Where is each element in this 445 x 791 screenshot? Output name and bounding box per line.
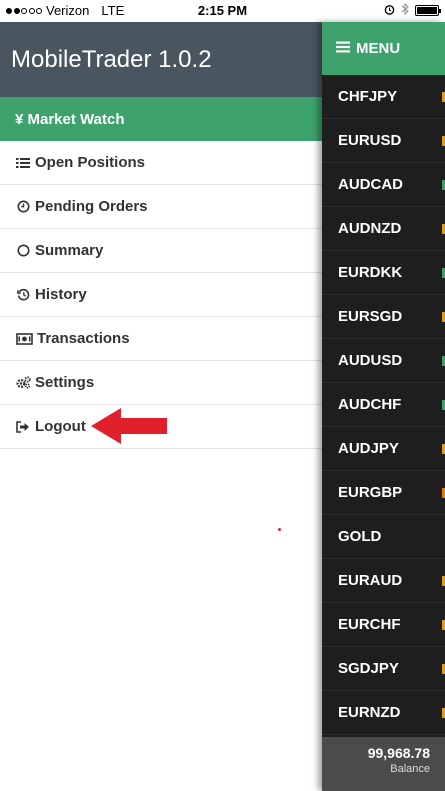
- red-arrow-icon: [91, 408, 167, 444]
- bluetooth-icon: [401, 2, 409, 18]
- menu-item-settings[interactable]: Settings: [0, 361, 322, 405]
- symbol-name: AUDCHF: [338, 396, 402, 413]
- menu-item-label: Transactions: [37, 330, 130, 347]
- balance-label: Balance: [390, 763, 430, 775]
- menu-item-summary[interactable]: Summary: [0, 229, 322, 273]
- symbol-row[interactable]: EURAUD: [322, 559, 445, 603]
- menu-item-transactions[interactable]: Transactions: [0, 317, 322, 361]
- menu-item-market-watch[interactable]: ¥ Market Watch: [0, 97, 322, 141]
- balance-amount: 99,968.78: [367, 745, 430, 761]
- circle-icon: [15, 244, 31, 257]
- menu-item-open-positions[interactable]: Open Positions: [0, 141, 322, 185]
- symbol-list: CHFJPY EURUSD AUDCAD AUDNZD EURDKK EURSGD AUDU…: [322, 75, 445, 735]
- symbol-row[interactable]: GOLD: [322, 515, 445, 559]
- money-icon: [15, 332, 33, 345]
- symbol-name: AUDCAD: [338, 176, 403, 193]
- symbol-name: EURAUD: [338, 572, 403, 589]
- symbol-name: EURCHF: [338, 616, 401, 633]
- symbol-name: AUDJPY: [338, 440, 399, 457]
- menu-toggle-button[interactable]: MENU: [322, 22, 445, 75]
- status-icons: [384, 2, 441, 18]
- symbol-row[interactable]: AUDUSD: [322, 339, 445, 383]
- symbol-name: CHFJPY: [338, 88, 398, 105]
- balance-box: 99,968.78 Balance: [322, 737, 445, 791]
- symbol-row[interactable]: CHFJPY: [322, 75, 445, 119]
- status-bar: Verizon LTE 2:15 PM: [0, 0, 445, 22]
- menu-item-label: Settings: [35, 374, 95, 391]
- symbol-name: AUDNZD: [338, 220, 402, 237]
- hamburger-icon: [336, 40, 350, 57]
- red-dot: [278, 528, 281, 531]
- symbol-name: EURGBP: [338, 484, 403, 501]
- symbol-row[interactable]: EURGBP: [322, 471, 445, 515]
- gears-icon: [15, 376, 31, 389]
- list-icon: [15, 157, 31, 169]
- symbol-name: AUDUSD: [338, 352, 403, 369]
- symbol-row[interactable]: AUDJPY: [322, 427, 445, 471]
- history-icon: [15, 288, 31, 301]
- symbol-name: EURDKK: [338, 264, 403, 281]
- menu-item-label: Pending Orders: [35, 198, 148, 215]
- symbol-row[interactable]: AUDCAD: [322, 163, 445, 207]
- symbol-name: EURNZD: [338, 704, 401, 721]
- symbol-row[interactable]: SGDJPY: [322, 647, 445, 691]
- symbol-name: EURUSD: [338, 132, 402, 149]
- alarm-icon: [384, 4, 395, 18]
- symbol-name: GOLD: [338, 528, 382, 545]
- menu-item-history[interactable]: History: [0, 273, 322, 317]
- symbol-row[interactable]: EURNZD: [322, 691, 445, 735]
- menu-item-label: History: [35, 286, 87, 303]
- symbol-name: EURSGD: [338, 308, 403, 325]
- symbol-row[interactable]: AUDNZD: [322, 207, 445, 251]
- menu-item-label: Open Positions: [35, 154, 146, 171]
- clock: 2:15 PM: [197, 3, 248, 18]
- symbol-row[interactable]: EURSGD: [322, 295, 445, 339]
- menu-item-label: Summary: [35, 242, 104, 259]
- menu-item-pending-orders[interactable]: Pending Orders: [0, 185, 322, 229]
- clock-icon: [15, 200, 31, 213]
- menu-item-label: Logout: [35, 418, 86, 435]
- logout-icon: [15, 420, 31, 433]
- symbol-name: SGDJPY: [338, 660, 399, 677]
- app-title: MobileTrader 1.0.2: [0, 22, 322, 97]
- symbol-row[interactable]: EURCHF: [322, 603, 445, 647]
- symbol-row[interactable]: EURUSD: [322, 119, 445, 163]
- menu-item-label: ¥ Market Watch: [15, 110, 125, 128]
- menu-button-label: MENU: [356, 40, 401, 57]
- symbol-row[interactable]: AUDCHF: [322, 383, 445, 427]
- battery-icon: [415, 5, 441, 16]
- market-watch-panel: MENU CHFJPY EURUSD AUDCAD AUDNZD EURDKK EURSG…: [322, 22, 445, 791]
- symbol-row[interactable]: EURDKK: [322, 251, 445, 295]
